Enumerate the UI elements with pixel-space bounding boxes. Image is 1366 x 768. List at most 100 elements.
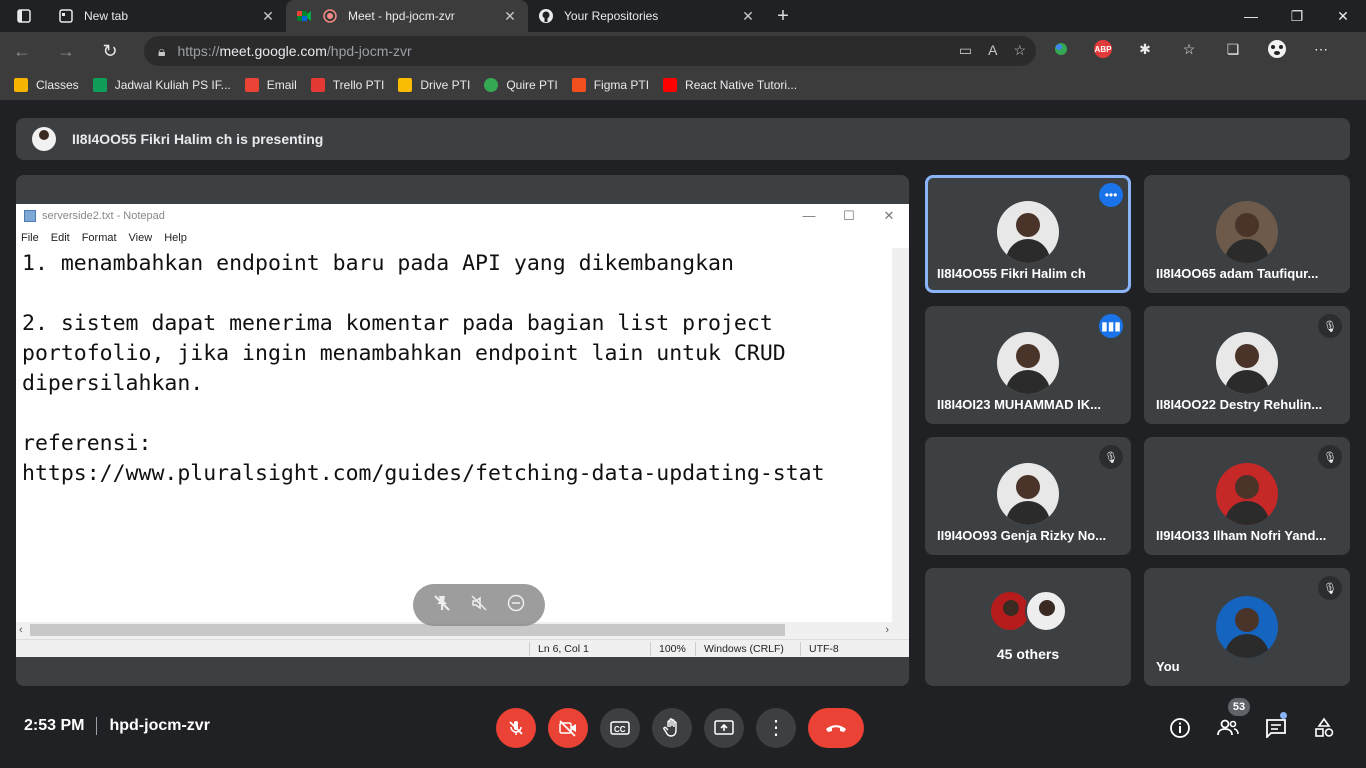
more-options-button[interactable]: ⋮ [756,708,796,748]
bookmark-jadwal[interactable]: Jadwal Kuliah PS IF... [92,78,231,92]
lock-icon[interactable]: 🔒︎ [158,43,165,60]
close-tab-icon[interactable]: ✕ [260,8,276,25]
status-encoding: UTF-8 [809,643,839,655]
adblock-plus-icon[interactable]: ABP [1094,40,1112,58]
avatar [32,127,56,151]
url-prefix: https:// [177,43,220,59]
url-field[interactable]: 🔒︎ https://meet.google.com/hpd-jocm-zvr … [144,36,1036,66]
bookmark-drive[interactable]: Drive PTI [398,78,470,92]
meeting-controls-bar: 2:53 PM hpd-jocm-zvr CC ⋮ 53 [0,698,1366,768]
favorites-icon[interactable]: ☆ [1178,38,1200,60]
menu-file: File [21,232,39,244]
status-eol: Windows (CRLF) [704,643,784,655]
more-menu-icon[interactable]: ⋯ [1310,38,1332,60]
bookmark-react-native[interactable]: React Native Tutori... [663,78,797,92]
camera-icon[interactable]: ▭ [959,42,972,59]
participant-tile[interactable]: II8I4OO65 adam Taufiqur... [1144,175,1350,293]
tab-actions-icon[interactable] [0,0,48,32]
raise-hand-button[interactable] [652,708,692,748]
chat-unread-dot [1280,712,1287,719]
tab-meet[interactable]: Meet - hpd-jocm-zvr ✕ [286,0,528,32]
chat-icon [1266,719,1286,738]
forward-icon[interactable]: → [44,41,88,62]
close-icon: ✕ [883,208,895,223]
people-button[interactable] [1214,714,1242,742]
activities-button[interactable] [1310,714,1338,742]
chat-button[interactable] [1262,714,1290,742]
participant-tile[interactable]: ••• II8I4OO55 Fikri Halim ch [925,175,1131,293]
youtube-icon [663,78,678,92]
extensions-puzzle-icon[interactable]: ✱ [1134,38,1156,60]
tab-new-tab[interactable]: New tab ✕ [48,0,286,32]
tab-label: Meet - hpd-jocm-zvr [348,9,455,23]
avatar [1216,332,1278,394]
back-icon[interactable]: ← [0,41,44,62]
meeting-details-button[interactable] [1166,714,1194,742]
participant-name: II8I4OO55 Fikri Halim ch [937,266,1086,281]
new-tab-button[interactable]: + [766,5,800,28]
others-count: 45 others [996,646,1060,662]
self-tile[interactable]: 🎙︎ You [1144,568,1350,686]
present-screen-button[interactable] [704,708,744,748]
minimize-icon: — [802,208,816,223]
participant-name: II9I4OO93 Genja Rizky No... [937,528,1107,543]
camera-toggle-button[interactable] [548,708,588,748]
more-options-icon[interactable]: ••• [1099,183,1123,207]
meeting-info: 2:53 PM hpd-jocm-zvr [24,717,210,735]
status-position: Ln 6, Col 1 [538,643,589,655]
read-aloud-icon[interactable]: A [988,42,997,59]
new-tab-icon [58,8,74,24]
url-host: meet.google.com [219,43,327,59]
others-avatars [989,590,1067,632]
avatar [1216,596,1278,658]
avatar [1025,590,1067,632]
bookmark-trello[interactable]: Trello PTI [310,78,384,92]
menu-view: View [128,232,153,244]
favorite-icon[interactable]: ☆ [1013,42,1026,59]
captions-button[interactable]: CC [600,708,640,748]
url-path: /hpd-jocm-zvr [326,43,412,59]
tab-github[interactable]: Your Repositories ✕ [528,0,766,32]
bookmark-email[interactable]: Email [244,78,297,92]
notepad-menu: File Edit Format View Help [16,228,909,248]
bookmarks-bar: Classes Jadwal Kuliah PS IF... Email Tre… [0,70,1366,100]
bookmark-label: Drive PTI [420,78,471,92]
unpin-icon[interactable] [433,594,451,617]
bookmark-figma[interactable]: Figma PTI [571,78,650,92]
extension-color-icon[interactable] [1050,38,1072,60]
avatar [1216,463,1278,525]
scroll-left-icon: ‹ [19,624,23,636]
remove-icon[interactable] [507,594,525,617]
bookmark-label: Classes [36,78,79,92]
leave-call-button[interactable] [808,708,864,748]
sheets-icon [92,78,107,92]
mic-toggle-button[interactable] [496,708,536,748]
presenting-banner: II8I4OO55 Fikri Halim ch is presenting [16,118,1350,160]
participant-name: You [1156,659,1180,674]
restore-icon[interactable]: ❐ [1274,0,1320,32]
minimize-icon[interactable]: — [1228,0,1274,32]
profile-avatar-icon[interactable] [1266,38,1288,60]
participant-tile[interactable]: ▮▮▮ II8I4OI23 MUHAMMAD IK... [925,306,1131,424]
mic-off-icon: 🎙︎ [1318,445,1342,469]
speaking-indicator-icon: ▮▮▮ [1099,314,1123,338]
collections-icon[interactable]: ❏ [1222,38,1244,60]
close-tab-icon[interactable]: ✕ [740,8,756,25]
participant-tile[interactable]: 🎙︎ II9I4OI33 Ilham Nofri Yand... [1144,437,1350,555]
avatar [1216,201,1278,263]
participant-tile[interactable]: 🎙︎ II9I4OO93 Genja Rizky No... [925,437,1131,555]
vertical-scrollbar [892,248,909,622]
activities-icon [1315,717,1334,737]
mute-audio-icon[interactable] [470,594,488,617]
bookmark-label: Figma PTI [593,78,650,92]
reload-icon[interactable]: ↻ [88,41,132,62]
close-tab-icon[interactable]: ✕ [502,8,518,25]
bookmark-classes[interactable]: Classes [14,78,79,92]
scroll-thumb [30,624,785,636]
others-tile[interactable]: 45 others [925,568,1131,686]
close-window-icon[interactable]: ✕ [1320,0,1366,32]
tab-label: Your Repositories [564,9,659,23]
bookmark-label: Jadwal Kuliah PS IF... [114,78,231,92]
participant-tile[interactable]: 🎙︎ II8I4OO22 Destry Rehulin... [1144,306,1350,424]
bookmark-quire[interactable]: Quire PTI [484,78,558,92]
